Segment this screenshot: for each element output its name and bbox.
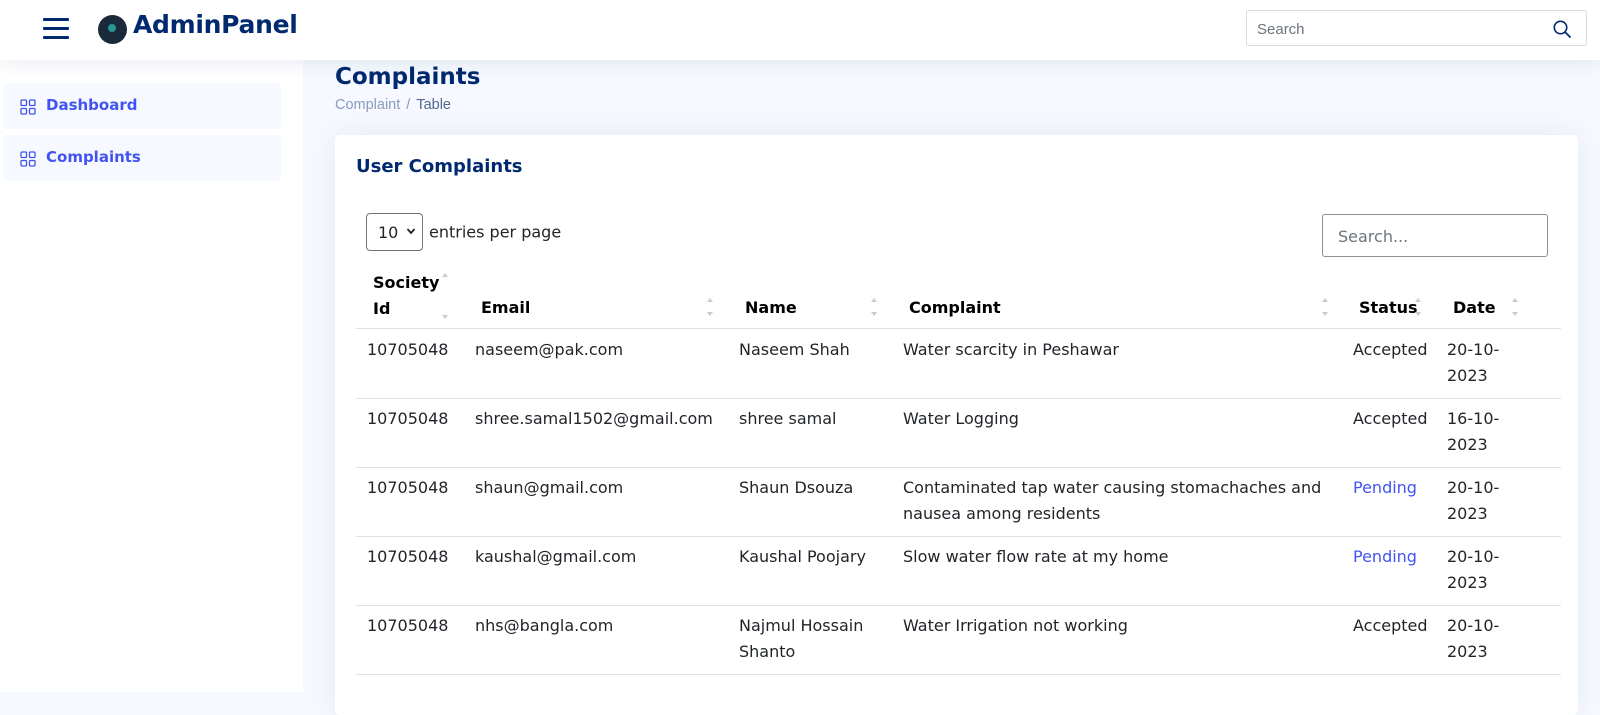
column-header-status[interactable]: Status bbox=[1359, 295, 1418, 321]
sort-icon[interactable] bbox=[869, 296, 879, 318]
brand-name[interactable]: AdminPanel bbox=[133, 10, 298, 39]
chevron-down-icon bbox=[406, 228, 416, 235]
cell-date: 20-10- 2023 bbox=[1447, 613, 1499, 665]
row-divider bbox=[356, 674, 1561, 675]
cell-society-id: 10705048 bbox=[367, 547, 449, 566]
cell-complaint: Water Irrigation not working bbox=[903, 616, 1128, 635]
breadcrumb-separator: / bbox=[406, 97, 411, 113]
header-search-input[interactable] bbox=[1255, 18, 1539, 40]
cell-complaint: Slow water flow rate at my home bbox=[903, 547, 1169, 566]
cell-date-line: 2023 bbox=[1447, 573, 1488, 592]
cell-email: kaushal@gmail.com bbox=[475, 547, 637, 566]
search-icon[interactable] bbox=[1552, 19, 1572, 39]
cell-name: shree samal bbox=[739, 409, 837, 428]
complaints-card: User Complaints 10 entries per page Soci… bbox=[335, 135, 1578, 715]
cell-status: Pending bbox=[1353, 547, 1417, 566]
sort-icon[interactable] bbox=[440, 270, 450, 322]
entries-per-page-select[interactable]: 10 bbox=[366, 213, 423, 251]
breadcrumb-current: Table bbox=[416, 97, 451, 113]
cell-date-line: 2023 bbox=[1447, 435, 1488, 454]
row-divider bbox=[356, 467, 1561, 468]
cell-name: Naseem Shah bbox=[739, 340, 850, 359]
cell-name-line: Shanto bbox=[739, 642, 796, 661]
column-header-society-id[interactable]: Society Id bbox=[373, 270, 439, 322]
header-search-box bbox=[1246, 10, 1587, 46]
column-header-complaint[interactable]: Complaint bbox=[909, 295, 1001, 321]
cell-status: Accepted bbox=[1353, 409, 1428, 428]
table-search-box bbox=[1322, 214, 1548, 257]
entries-label: entries per page bbox=[429, 222, 562, 242]
breadcrumb: Complaint / Table bbox=[335, 97, 451, 113]
sort-icon[interactable] bbox=[1510, 296, 1520, 318]
sidebar-item-dashboard[interactable]: Dashboard bbox=[3, 83, 281, 129]
row-divider bbox=[356, 536, 1561, 537]
cell-society-id: 10705048 bbox=[367, 340, 449, 359]
cell-date: 20-10- 2023 bbox=[1447, 544, 1499, 596]
cell-date-line: 2023 bbox=[1447, 366, 1488, 385]
cell-society-id: 10705048 bbox=[367, 616, 449, 635]
row-divider bbox=[356, 605, 1561, 606]
cell-email: shaun@gmail.com bbox=[475, 478, 624, 497]
sidebar-item-complaints[interactable]: Complaints bbox=[3, 135, 281, 181]
cell-status: Pending bbox=[1353, 478, 1417, 497]
cell-name-line: Najmul Hossain bbox=[739, 616, 864, 635]
cell-name: Shaun Dsouza bbox=[739, 478, 854, 497]
entries-select-value: 10 bbox=[378, 223, 399, 242]
sidebar: Dashboard Complaints bbox=[0, 60, 303, 692]
cell-date: 16-10- 2023 bbox=[1447, 406, 1499, 458]
cell-complaint: Water Logging bbox=[903, 409, 1019, 428]
grid-icon bbox=[20, 151, 36, 167]
logo-icon[interactable] bbox=[98, 15, 127, 44]
cell-society-id: 10705048 bbox=[367, 409, 449, 428]
cell-complaint-line: Contaminated tap water causing stomachac… bbox=[903, 478, 1322, 497]
cell-date-line: 16-10- bbox=[1447, 409, 1500, 428]
sort-icon[interactable] bbox=[705, 296, 715, 318]
cell-society-id: 10705048 bbox=[367, 478, 449, 497]
sidebar-item-label: Complaints bbox=[46, 148, 141, 166]
grid-icon bbox=[20, 99, 36, 115]
cell-date-line: 20-10- bbox=[1447, 547, 1500, 566]
cell-date: 20-10- 2023 bbox=[1447, 337, 1499, 389]
column-header-line: Society bbox=[373, 273, 440, 292]
cell-complaint: Water scarcity in Peshawar bbox=[903, 340, 1119, 359]
cell-date-line: 20-10- bbox=[1447, 340, 1500, 359]
breadcrumb-link-complaint[interactable]: Complaint bbox=[335, 97, 400, 113]
header-divider bbox=[356, 328, 1561, 329]
cell-date-line: 20-10- bbox=[1447, 616, 1500, 635]
top-header: AdminPanel bbox=[0, 0, 1600, 60]
cell-email: naseem@pak.com bbox=[475, 340, 624, 359]
menu-toggle-icon[interactable] bbox=[43, 17, 69, 39]
entries-control: 10 entries per page bbox=[366, 213, 561, 251]
sort-icon[interactable] bbox=[1413, 296, 1423, 318]
cell-name: Najmul Hossain Shanto bbox=[739, 613, 863, 665]
page-title: Complaints bbox=[335, 64, 481, 90]
cell-name: Kaushal Poojary bbox=[739, 547, 866, 566]
cell-email: nhs@bangla.com bbox=[475, 616, 614, 635]
sort-icon[interactable] bbox=[1320, 296, 1330, 318]
sidebar-item-label: Dashboard bbox=[46, 96, 138, 114]
column-header-line: Id bbox=[373, 299, 391, 318]
cell-date-line: 2023 bbox=[1447, 504, 1488, 523]
cell-date-line: 20-10- bbox=[1447, 478, 1500, 497]
cell-complaint: Contaminated tap water causing stomachac… bbox=[903, 475, 1321, 527]
column-header-name[interactable]: Name bbox=[745, 295, 797, 321]
column-header-date[interactable]: Date bbox=[1453, 295, 1496, 321]
card-title: User Complaints bbox=[356, 156, 523, 177]
cell-email: shree.samal1502@gmail.com bbox=[475, 409, 713, 428]
cell-status: Accepted bbox=[1353, 616, 1428, 635]
cell-date: 20-10- 2023 bbox=[1447, 475, 1499, 527]
cell-date-line: 2023 bbox=[1447, 642, 1488, 661]
table-search-input[interactable] bbox=[1336, 226, 1530, 247]
column-header-email[interactable]: Email bbox=[481, 295, 530, 321]
cell-complaint-line: nausea among residents bbox=[903, 504, 1101, 523]
row-divider bbox=[356, 398, 1561, 399]
cell-status: Accepted bbox=[1353, 340, 1428, 359]
